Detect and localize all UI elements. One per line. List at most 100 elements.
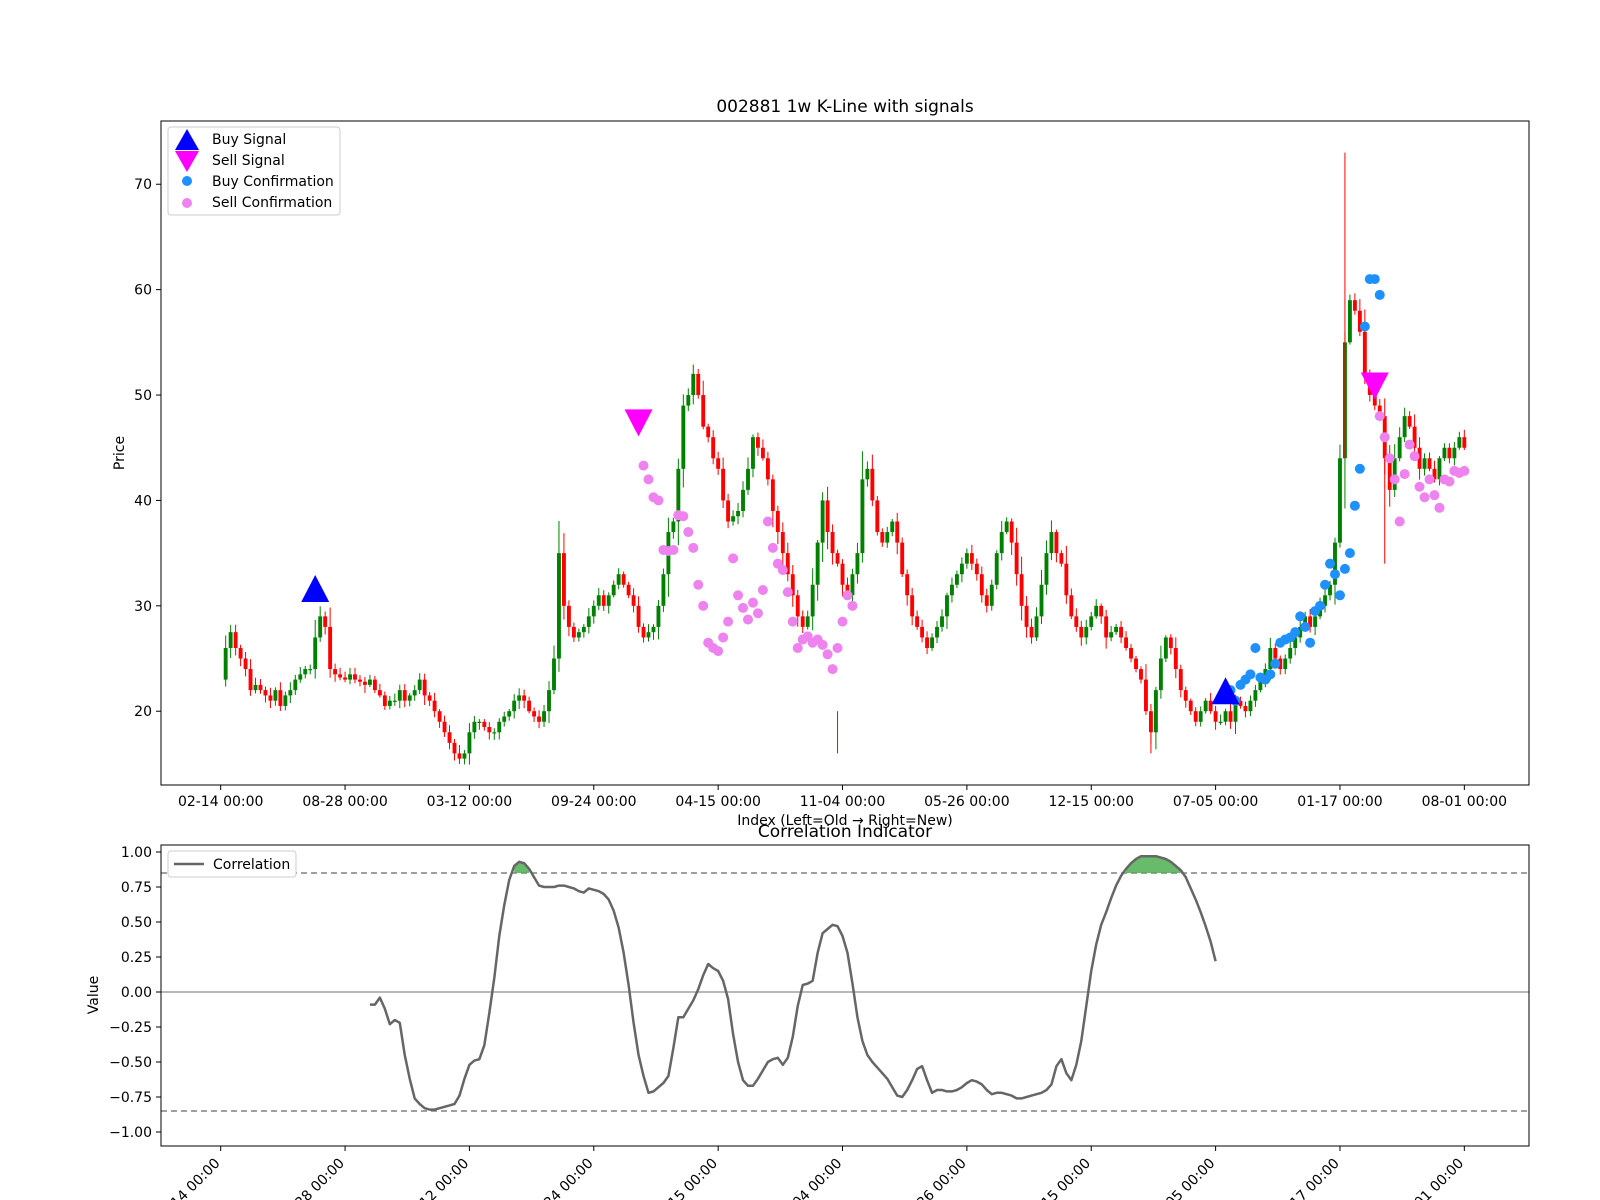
candle-body (1104, 616, 1109, 638)
candle-body (432, 700, 437, 712)
candle-body (1452, 447, 1457, 459)
sell-confirmation-point (747, 597, 758, 608)
sell-confirmation-point (1409, 451, 1420, 462)
candle-body (940, 616, 944, 627)
sell-confirmation-point (1379, 432, 1390, 443)
candle-body (1153, 690, 1158, 733)
sell-confirmation-point (693, 579, 704, 590)
candle-body (581, 626, 586, 633)
candle-body (457, 753, 462, 759)
kline-frame (160, 120, 1530, 786)
sell-signal-marker (1360, 372, 1389, 400)
candle-body (656, 605, 661, 627)
candle-body (1243, 705, 1248, 712)
sell-signal-marker (624, 409, 653, 437)
candle-body (711, 437, 716, 459)
candle-body (765, 458, 770, 480)
candle-body (820, 500, 825, 543)
candle-body (547, 690, 551, 712)
candle-body (1253, 690, 1258, 701)
candle-body (1273, 647, 1278, 659)
correlation-y-tick-label: 0.50 (121, 915, 152, 931)
candle-body (1198, 711, 1203, 722)
candle-body (860, 479, 865, 554)
candle-body (1004, 521, 1009, 533)
candle-body (223, 647, 228, 680)
sell-confirmation-point (822, 649, 833, 660)
candle-body (308, 669, 313, 671)
buy-confirmation-point (1334, 590, 1345, 601)
legend-buy-confirmation: Buy Confirmation (212, 174, 334, 190)
sell-confirmation-point (837, 616, 848, 627)
candle-body (397, 690, 402, 701)
candle-body (1173, 647, 1178, 670)
sell-confirmation-point (742, 614, 753, 625)
sell-confirmation-point (1459, 465, 1470, 476)
correlation-x-tick-label: 12-15 00:00 (1022, 1156, 1094, 1200)
sell-confirmation-point (757, 585, 768, 596)
sell-confirmation-point (832, 642, 843, 653)
candle-body (1019, 574, 1024, 606)
sell-confirmation-point (643, 474, 654, 485)
candle-body (920, 626, 925, 638)
candle-body (258, 684, 263, 691)
kline-y-tick-label: 60 (134, 283, 152, 299)
buy-confirmation-point (1315, 600, 1326, 611)
candle-body (721, 468, 726, 501)
candle-body (1158, 658, 1163, 691)
kline-legend: Buy Signal Sell Signal Buy Confirmation … (167, 126, 341, 216)
candle-body (1402, 416, 1407, 438)
correlation-x-tick-label: 07-05 00:00 (1147, 1156, 1219, 1200)
candle-body (422, 679, 427, 696)
correlation-x-tick-label: 08-28 00:00 (276, 1156, 348, 1200)
candle-body (1029, 626, 1034, 638)
candle-body (686, 395, 691, 406)
candle-body (994, 553, 999, 585)
candle-body (1288, 647, 1293, 659)
candle-body (552, 658, 556, 691)
sell-confirmation-point (1434, 502, 1445, 513)
candle-body (945, 595, 949, 617)
buy-confirmation-point (1270, 658, 1281, 669)
candle-body (954, 574, 959, 585)
candle-body (293, 679, 298, 691)
legend-buy-signal: Buy Signal (212, 132, 286, 148)
candle-body (905, 574, 910, 596)
candle-body (477, 721, 482, 723)
correlation-x-tick-label: 08-01 00:00 (1395, 1156, 1467, 1200)
candle-body (691, 373, 696, 396)
candle-body (1183, 690, 1188, 701)
candle-body (1457, 437, 1462, 448)
candle-body (1064, 563, 1069, 596)
candle-body (253, 684, 258, 691)
buy-confirmation-point (1320, 579, 1331, 590)
correlation-x-tick-label: 11-04 00:00 (774, 1156, 846, 1200)
candle-body (497, 721, 502, 733)
sell-confirmation-point (1419, 492, 1430, 503)
candle-body (263, 690, 268, 696)
candle-body (775, 510, 780, 533)
correlation-frame (160, 844, 1530, 1147)
candle-body (601, 595, 606, 606)
candle-body (1124, 637, 1129, 648)
candle-body (248, 669, 253, 691)
candle-body (532, 711, 537, 717)
candle-body (1094, 605, 1099, 617)
candle-body (522, 695, 527, 701)
correlation-y-tick-label: 1.00 (121, 845, 152, 861)
correlation-y-ticks: −1.00 −0.75 −0.50 −0.25 0.00 0.25 0.50 0.75 1.00 (109, 845, 161, 1141)
candle-body (586, 616, 591, 627)
candle-body (964, 553, 969, 564)
candle-body (1129, 647, 1133, 659)
candle-body (353, 674, 357, 680)
buy-confirmation-point (1349, 500, 1360, 511)
correlation-panel: Correlation Indicator −1.00 −0.75 −0.50 −0.… (86, 822, 1530, 1200)
sell-confirmation-point (1394, 516, 1405, 527)
candle-body (1144, 679, 1148, 712)
candle-body (238, 647, 243, 659)
candle-body (1054, 532, 1059, 554)
sell-confirmation-point (733, 590, 744, 601)
candle-body (780, 532, 785, 554)
candle-body (1119, 626, 1124, 638)
candle-body (537, 716, 542, 722)
